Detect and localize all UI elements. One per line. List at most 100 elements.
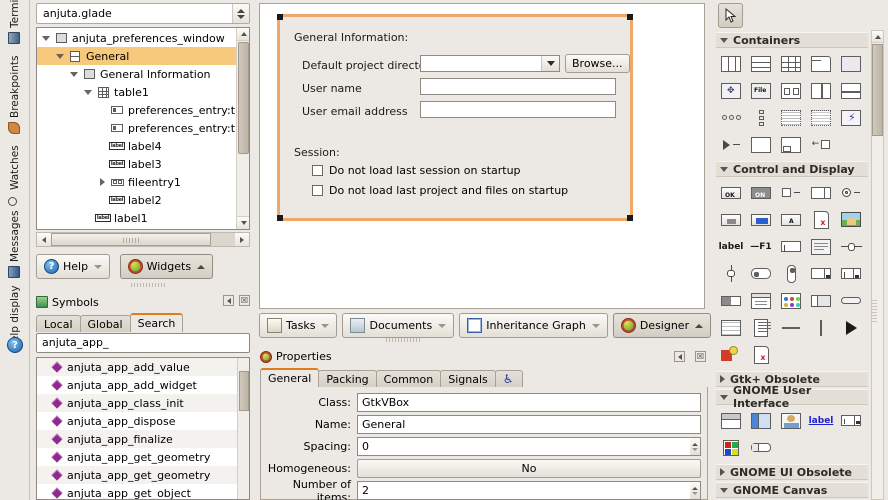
tree-expander[interactable] bbox=[81, 89, 95, 95]
label-icon[interactable]: label bbox=[716, 233, 746, 260]
expander-icon[interactable] bbox=[716, 131, 746, 158]
symbol-list-item[interactable]: anjuta_app_add_value bbox=[37, 358, 249, 376]
gnome-druid-icon[interactable] bbox=[746, 407, 776, 434]
vscrollbar-icon[interactable] bbox=[776, 260, 806, 287]
tree-vscrollbar[interactable] bbox=[236, 28, 249, 229]
gnome-appbar-icon[interactable] bbox=[746, 434, 776, 461]
tree-hscrollbar[interactable] bbox=[36, 232, 250, 247]
button-icon[interactable]: OK bbox=[716, 179, 746, 206]
calendar-icon[interactable] bbox=[716, 314, 746, 341]
hseparator-icon[interactable] bbox=[776, 314, 806, 341]
custom-icon[interactable]: x bbox=[746, 341, 776, 368]
vbuttonbox-icon[interactable] bbox=[746, 104, 776, 131]
tree-item-label4[interactable]: label label4 bbox=[37, 137, 237, 155]
vtab-breakpoints[interactable]: Breakpoints bbox=[0, 48, 30, 136]
dock-tab-designer[interactable]: Designer bbox=[612, 313, 712, 338]
tree-item-table1[interactable]: table1 bbox=[37, 83, 237, 101]
symbol-list-item[interactable]: anjuta_app_get_geometry bbox=[37, 448, 249, 466]
symbol-list-item[interactable]: anjuta_app_dispose bbox=[37, 412, 249, 430]
statusicon-icon[interactable] bbox=[716, 341, 746, 368]
tree-expander[interactable] bbox=[39, 35, 53, 41]
dock-grip[interactable] bbox=[131, 283, 165, 287]
iconview-icon[interactable] bbox=[776, 287, 806, 314]
alignment-icon[interactable] bbox=[746, 131, 776, 158]
properties-tab-general[interactable]: General bbox=[260, 368, 320, 387]
symbols-results-list[interactable]: anjuta_app_add_value anjuta_app_add_widge… bbox=[36, 357, 250, 500]
scrollbar-thumb[interactable] bbox=[238, 42, 249, 154]
dock-tab-inheritance-graph[interactable]: Inheritance Graph bbox=[459, 313, 608, 338]
gnome-about-icon[interactable] bbox=[776, 407, 806, 434]
tree-item-fileentry1[interactable]: fileentry1 bbox=[37, 173, 237, 191]
tree-item-preferences-entry-tex[interactable]: preferences_entry:tex bbox=[37, 119, 237, 137]
spinbutton-icon[interactable] bbox=[806, 179, 836, 206]
tree-item-label1[interactable]: label label1 bbox=[37, 209, 237, 227]
drawingarea-icon[interactable] bbox=[836, 206, 866, 233]
palette-section-containers[interactable]: Containers bbox=[716, 32, 868, 48]
symbols-tab-global[interactable]: Global bbox=[79, 315, 131, 332]
fixed-icon[interactable]: ✥ bbox=[716, 77, 746, 104]
tree-item-general-information[interactable]: General Information bbox=[37, 65, 237, 83]
viewport-icon[interactable] bbox=[806, 104, 836, 131]
eventbox-icon[interactable]: ⚡ bbox=[836, 104, 866, 131]
tree-item-general[interactable]: General bbox=[37, 47, 237, 65]
vbox-icon[interactable] bbox=[746, 50, 776, 77]
scrolledwindow-icon[interactable] bbox=[776, 104, 806, 131]
dock-tab-tasks[interactable]: Tasks bbox=[259, 313, 338, 338]
symbols-collapse-button[interactable] bbox=[223, 295, 234, 306]
checkbox-no-last-project[interactable]: Do not load last project and files on st… bbox=[312, 184, 568, 197]
palette-section-gnome-canvas[interactable]: GNOME Canvas bbox=[716, 482, 868, 498]
symbols-scrollbar[interactable] bbox=[237, 358, 249, 499]
dock-tab-documents[interactable]: Documents bbox=[342, 313, 455, 338]
arrow-icon[interactable] bbox=[836, 314, 866, 341]
image-icon[interactable]: x bbox=[806, 206, 836, 233]
property-spinner-number-of-items[interactable] bbox=[690, 481, 701, 500]
vscale-icon[interactable] bbox=[716, 260, 746, 287]
help-panel-button[interactable]: ? Help bbox=[36, 254, 111, 279]
vtab-watches[interactable]: Watches bbox=[0, 140, 30, 208]
palette-section-control-and-display[interactable]: Control and Display bbox=[716, 161, 868, 177]
widgets-panel-button[interactable]: Widgets bbox=[119, 254, 214, 279]
entry-icon[interactable] bbox=[776, 233, 806, 260]
textbuffer-icon[interactable] bbox=[746, 314, 776, 341]
comboboxentry-icon[interactable] bbox=[836, 260, 866, 287]
property-value-homogeneous[interactable]: No bbox=[357, 459, 701, 478]
symbols-tab-search[interactable]: Search bbox=[129, 313, 184, 332]
gnome-entry-icon[interactable] bbox=[836, 407, 866, 434]
gnome-app-icon[interactable] bbox=[716, 407, 746, 434]
symbol-list-item[interactable]: anjuta_app_get_object bbox=[37, 484, 249, 499]
imagebutton-icon[interactable] bbox=[716, 206, 746, 233]
hscroll-thumb[interactable] bbox=[51, 233, 211, 246]
properties-collapse-button[interactable] bbox=[674, 351, 685, 362]
scroll-down-icon[interactable] bbox=[237, 216, 249, 229]
hbuttonbox-icon[interactable] bbox=[776, 77, 806, 104]
help-icon[interactable]: ? bbox=[7, 337, 23, 353]
symbol-list-item[interactable]: anjuta_app_class_init bbox=[37, 394, 249, 412]
hpaned-icon[interactable] bbox=[806, 77, 836, 104]
tree-item-preferences-entry-tex[interactable]: preferences_entry:tex bbox=[37, 101, 237, 119]
symbol-list-item[interactable]: anjuta_app_get_geometry bbox=[37, 466, 249, 484]
frame-icon[interactable] bbox=[836, 50, 866, 77]
properties-close-button[interactable]: ☒ bbox=[695, 351, 706, 362]
checkbox-box[interactable] bbox=[312, 165, 323, 176]
hscrollbar-icon[interactable] bbox=[746, 260, 776, 287]
property-value-name[interactable]: General bbox=[357, 415, 701, 434]
property-value-class[interactable]: GtkVBox bbox=[357, 393, 701, 412]
scroll-left-icon[interactable] bbox=[37, 233, 51, 246]
vpaned-icon[interactable] bbox=[836, 77, 866, 104]
palette-scrollbar[interactable] bbox=[871, 30, 884, 500]
dock-grip-center[interactable] bbox=[386, 338, 420, 342]
checkbox-box[interactable] bbox=[312, 185, 323, 196]
radiobutton-icon[interactable] bbox=[836, 179, 866, 206]
statusbar-icon[interactable] bbox=[806, 287, 836, 314]
resize-handle-se[interactable] bbox=[627, 215, 633, 221]
notebook-icon[interactable] bbox=[806, 50, 836, 77]
colorbutton-icon[interactable] bbox=[746, 206, 776, 233]
scroll-up-icon[interactable] bbox=[872, 31, 883, 43]
hbox-icon[interactable] bbox=[716, 50, 746, 77]
fontbutton-icon[interactable]: A bbox=[776, 206, 806, 233]
treeview-icon[interactable] bbox=[746, 287, 776, 314]
selected-widget-frame[interactable]: General Information: Default project dir… bbox=[277, 14, 633, 221]
gnome-colorpicker-icon[interactable] bbox=[716, 434, 746, 461]
chevron-down-icon[interactable] bbox=[541, 56, 559, 71]
vseparator-icon[interactable] bbox=[806, 314, 836, 341]
